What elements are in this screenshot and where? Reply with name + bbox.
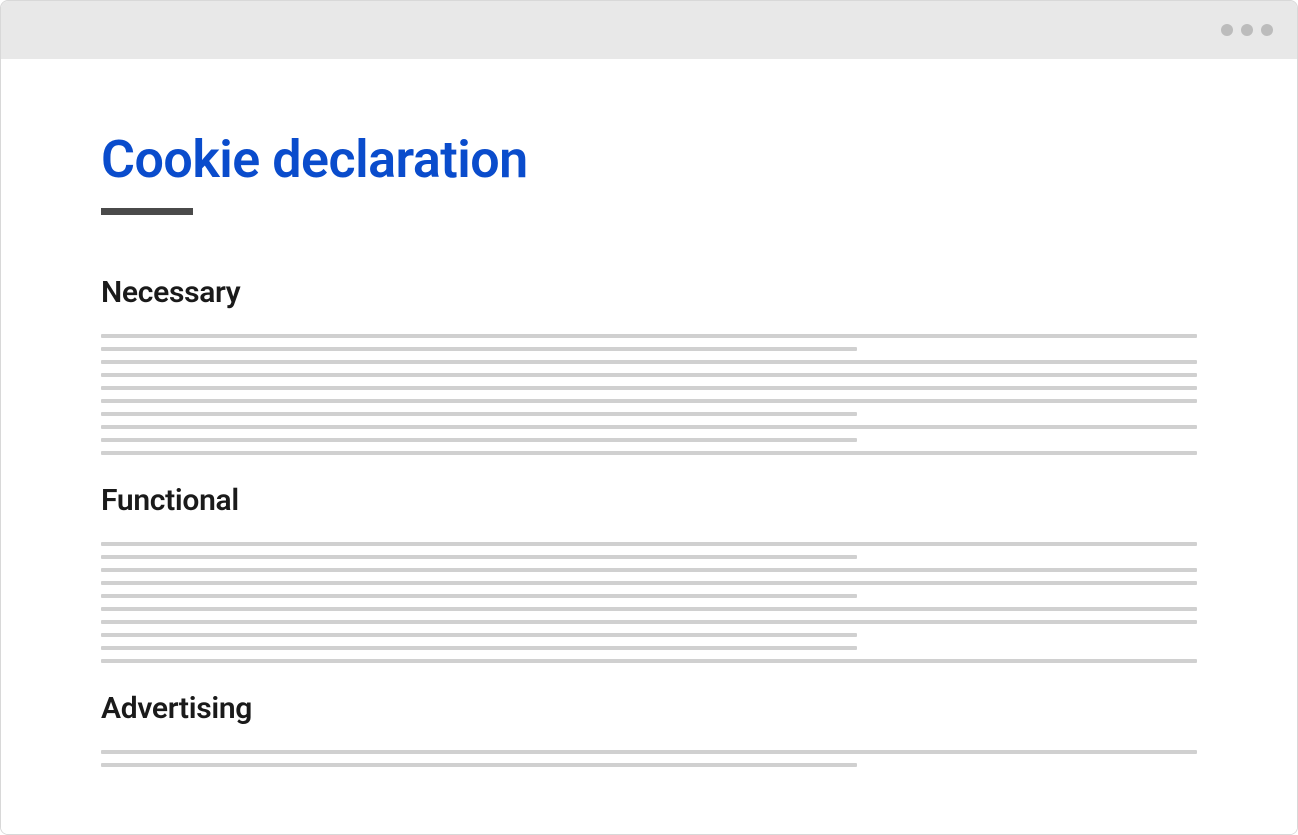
text-line bbox=[101, 607, 1197, 611]
section-heading: Functional bbox=[101, 483, 1197, 518]
browser-chrome bbox=[1, 1, 1297, 59]
text-line bbox=[101, 386, 1197, 390]
text-line bbox=[101, 659, 1197, 663]
text-line bbox=[101, 399, 1197, 403]
placeholder-text bbox=[101, 750, 1197, 767]
window-control-dot bbox=[1261, 24, 1273, 36]
browser-frame: Cookie declaration Necessary Functional bbox=[0, 0, 1298, 835]
text-line bbox=[101, 568, 1197, 572]
window-control-dot bbox=[1221, 24, 1233, 36]
text-line bbox=[101, 425, 1197, 429]
text-line bbox=[101, 334, 1197, 338]
text-line bbox=[101, 360, 1197, 364]
text-line bbox=[101, 542, 1197, 546]
text-line bbox=[101, 763, 857, 767]
window-control-dot bbox=[1241, 24, 1253, 36]
title-underline bbox=[101, 208, 193, 215]
page-title: Cookie declaration bbox=[101, 129, 1197, 190]
section-heading: Necessary bbox=[101, 275, 1197, 310]
fade-overlay bbox=[1, 774, 1297, 834]
section-functional: Functional bbox=[101, 483, 1197, 663]
text-line bbox=[101, 581, 1197, 585]
text-line bbox=[101, 750, 1197, 754]
text-line bbox=[101, 451, 1197, 455]
section-advertising: Advertising bbox=[101, 691, 1197, 767]
text-line bbox=[101, 373, 1197, 377]
text-line bbox=[101, 347, 857, 351]
text-line bbox=[101, 412, 857, 416]
page-content: Cookie declaration Necessary Functional bbox=[1, 59, 1297, 834]
text-line bbox=[101, 555, 857, 559]
placeholder-text bbox=[101, 542, 1197, 663]
text-line bbox=[101, 594, 857, 598]
placeholder-text bbox=[101, 334, 1197, 455]
text-line bbox=[101, 438, 857, 442]
text-line bbox=[101, 620, 1197, 624]
text-line bbox=[101, 633, 857, 637]
section-necessary: Necessary bbox=[101, 275, 1197, 455]
text-line bbox=[101, 646, 857, 650]
section-heading: Advertising bbox=[101, 691, 1197, 726]
